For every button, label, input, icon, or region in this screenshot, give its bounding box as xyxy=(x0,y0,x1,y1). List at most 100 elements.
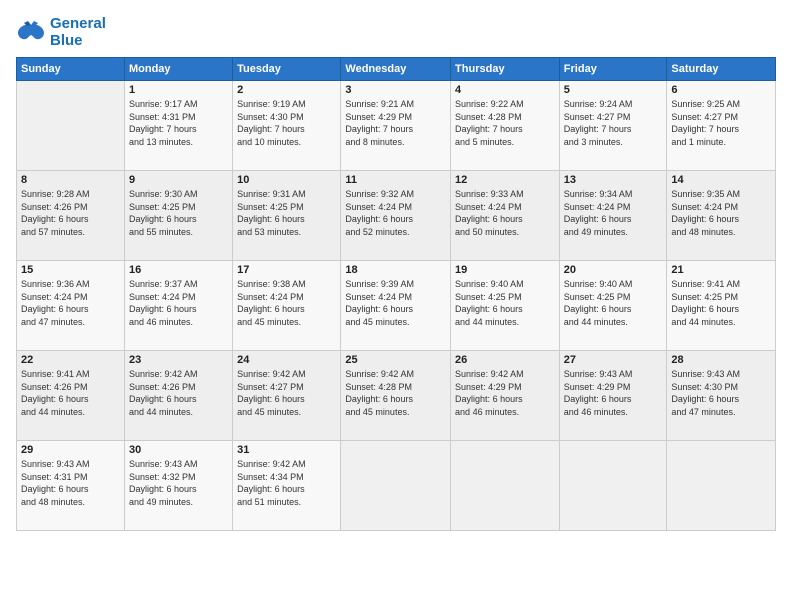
day-number: 23 xyxy=(129,354,228,366)
day-number: 21 xyxy=(671,264,771,276)
day-of-week-header: Monday xyxy=(124,58,232,81)
calendar-day-cell: 13Sunrise: 9:34 AMSunset: 4:24 PMDayligh… xyxy=(559,171,667,261)
day-of-week-header: Friday xyxy=(559,58,667,81)
day-of-week-header: Saturday xyxy=(667,58,776,81)
day-info: Sunrise: 9:42 AMSunset: 4:29 PMDaylight:… xyxy=(455,368,555,418)
calendar-day-cell: 2 Sunrise: 9:19 AMSunset: 4:30 PMDaylight… xyxy=(233,81,341,171)
day-number: 18 xyxy=(345,264,446,276)
day-number: 28 xyxy=(671,354,771,366)
day-number: 2 xyxy=(237,84,336,96)
calendar-day-cell: 21Sunrise: 9:41 AMSunset: 4:25 PMDayligh… xyxy=(667,261,776,351)
calendar-day-cell: 28 Sunrise: 9:43 AMSunset: 4:30 PMDayligh… xyxy=(667,351,776,441)
day-info: Sunrise: 9:43 AMSunset: 4:32 PMDaylight:… xyxy=(129,458,228,508)
calendar-week-row: 15 Sunrise: 9:36 AMSunset: 4:24 PMDayligh… xyxy=(17,261,776,351)
calendar-day-cell: 20Sunrise: 9:40 AMSunset: 4:25 PMDayligh… xyxy=(559,261,667,351)
calendar-header-row: SundayMondayTuesdayWednesdayThursdayFrid… xyxy=(17,58,776,81)
day-info: Sunrise: 9:39 AMSunset: 4:24 PMDaylight:… xyxy=(345,278,446,328)
day-number: 17 xyxy=(237,264,336,276)
day-info: Sunrise: 9:36 AMSunset: 4:24 PMDaylight:… xyxy=(21,278,120,328)
calendar-week-row: 1 Sunrise: 9:17 AMSunset: 4:31 PMDaylight… xyxy=(17,81,776,171)
day-info: Sunrise: 9:40 AMSunset: 4:25 PMDaylight:… xyxy=(455,278,555,328)
day-info: Sunrise: 9:25 AMSunset: 4:27 PMDaylight:… xyxy=(671,98,771,148)
day-info: Sunrise: 9:42 AMSunset: 4:34 PMDaylight:… xyxy=(237,458,336,508)
day-of-week-header: Tuesday xyxy=(233,58,341,81)
day-number: 1 xyxy=(129,84,228,96)
calendar-day-cell: 15 Sunrise: 9:36 AMSunset: 4:24 PMDayligh… xyxy=(17,261,125,351)
day-info: Sunrise: 9:42 AMSunset: 4:27 PMDaylight:… xyxy=(237,368,336,418)
day-number: 9 xyxy=(129,174,228,186)
day-info: Sunrise: 9:43 AMSunset: 4:31 PMDaylight:… xyxy=(21,458,120,508)
calendar-week-row: 29 Sunrise: 9:43 AMSunset: 4:31 PMDayligh… xyxy=(17,441,776,531)
day-number: 14 xyxy=(671,174,771,186)
logo-text: General Blue xyxy=(50,16,106,49)
day-number: 5 xyxy=(564,84,663,96)
calendar-day-cell: 19 Sunrise: 9:40 AMSunset: 4:25 PMDayligh… xyxy=(451,261,560,351)
calendar-day-cell: 29 Sunrise: 9:43 AMSunset: 4:31 PMDayligh… xyxy=(17,441,125,531)
calendar-day-cell xyxy=(341,441,451,531)
calendar-day-cell: 1 Sunrise: 9:17 AMSunset: 4:31 PMDaylight… xyxy=(124,81,232,171)
calendar-day-cell xyxy=(451,441,560,531)
day-number: 10 xyxy=(237,174,336,186)
day-number: 8 xyxy=(21,174,120,186)
day-info: Sunrise: 9:22 AMSunset: 4:28 PMDaylight:… xyxy=(455,98,555,148)
calendar-day-cell: 5 Sunrise: 9:24 AMSunset: 4:27 PMDaylight… xyxy=(559,81,667,171)
day-of-week-header: Wednesday xyxy=(341,58,451,81)
day-info: Sunrise: 9:17 AMSunset: 4:31 PMDaylight:… xyxy=(129,98,228,148)
day-number: 15 xyxy=(21,264,120,276)
day-info: Sunrise: 9:28 AMSunset: 4:26 PMDaylight:… xyxy=(21,188,120,238)
day-info: Sunrise: 9:42 AMSunset: 4:28 PMDaylight:… xyxy=(345,368,446,418)
day-info: Sunrise: 9:24 AMSunset: 4:27 PMDaylight:… xyxy=(564,98,663,148)
day-number: 19 xyxy=(455,264,555,276)
calendar-day-cell: 12Sunrise: 9:33 AMSunset: 4:24 PMDayligh… xyxy=(451,171,560,261)
calendar-day-cell: 14 Sunrise: 9:35 AMSunset: 4:24 PMDayligh… xyxy=(667,171,776,261)
calendar-day-cell: 6 Sunrise: 9:25 AMSunset: 4:27 PMDaylight… xyxy=(667,81,776,171)
calendar-day-cell: 23Sunrise: 9:42 AMSunset: 4:26 PMDayligh… xyxy=(124,351,232,441)
calendar-day-cell: 10 Sunrise: 9:31 AMSunset: 4:25 PMDayligh… xyxy=(233,171,341,261)
day-number: 25 xyxy=(345,354,446,366)
calendar-day-cell: 11Sunrise: 9:32 AMSunset: 4:24 PMDayligh… xyxy=(341,171,451,261)
calendar-day-cell: 8 Sunrise: 9:28 AMSunset: 4:26 PMDaylight… xyxy=(17,171,125,261)
day-info: Sunrise: 9:31 AMSunset: 4:25 PMDaylight:… xyxy=(237,188,336,238)
calendar-day-cell: 3Sunrise: 9:21 AMSunset: 4:29 PMDaylight… xyxy=(341,81,451,171)
day-info: Sunrise: 9:43 AMSunset: 4:30 PMDaylight:… xyxy=(671,368,771,418)
calendar-week-row: 22 Sunrise: 9:41 AMSunset: 4:26 PMDayligh… xyxy=(17,351,776,441)
day-number: 20 xyxy=(564,264,663,276)
calendar-day-cell xyxy=(559,441,667,531)
calendar-day-cell: 16 Sunrise: 9:37 AMSunset: 4:24 PMDayligh… xyxy=(124,261,232,351)
calendar-day-cell: 30 Sunrise: 9:43 AMSunset: 4:32 PMDayligh… xyxy=(124,441,232,531)
day-info: Sunrise: 9:38 AMSunset: 4:24 PMDaylight:… xyxy=(237,278,336,328)
calendar-day-cell: 24 Sunrise: 9:42 AMSunset: 4:27 PMDayligh… xyxy=(233,351,341,441)
calendar-week-row: 8 Sunrise: 9:28 AMSunset: 4:26 PMDaylight… xyxy=(17,171,776,261)
calendar-day-cell: 31 Sunrise: 9:42 AMSunset: 4:34 PMDayligh… xyxy=(233,441,341,531)
calendar-day-cell: 4 Sunrise: 9:22 AMSunset: 4:28 PMDaylight… xyxy=(451,81,560,171)
day-info: Sunrise: 9:41 AMSunset: 4:26 PMDaylight:… xyxy=(21,368,120,418)
day-number: 31 xyxy=(237,444,336,456)
day-number: 30 xyxy=(129,444,228,456)
day-info: Sunrise: 9:21 AMSunset: 4:29 PMDaylight:… xyxy=(345,98,446,148)
calendar-day-cell xyxy=(17,81,125,171)
day-number: 24 xyxy=(237,354,336,366)
day-number: 22 xyxy=(21,354,120,366)
day-number: 27 xyxy=(564,354,663,366)
calendar-day-cell: 27Sunrise: 9:43 AMSunset: 4:29 PMDayligh… xyxy=(559,351,667,441)
day-number: 26 xyxy=(455,354,555,366)
day-info: Sunrise: 9:32 AMSunset: 4:24 PMDaylight:… xyxy=(345,188,446,238)
day-info: Sunrise: 9:19 AMSunset: 4:30 PMDaylight:… xyxy=(237,98,336,148)
day-of-week-header: Thursday xyxy=(451,58,560,81)
day-number: 4 xyxy=(455,84,555,96)
day-info: Sunrise: 9:30 AMSunset: 4:25 PMDaylight:… xyxy=(129,188,228,238)
day-number: 29 xyxy=(21,444,120,456)
day-number: 16 xyxy=(129,264,228,276)
calendar-container: General Blue SundayMondayTuesdayWednesda… xyxy=(0,0,792,612)
day-info: Sunrise: 9:35 AMSunset: 4:24 PMDaylight:… xyxy=(671,188,771,238)
logo: General Blue xyxy=(16,16,106,49)
calendar-day-cell: 22 Sunrise: 9:41 AMSunset: 4:26 PMDayligh… xyxy=(17,351,125,441)
calendar-day-cell: 17 Sunrise: 9:38 AMSunset: 4:24 PMDayligh… xyxy=(233,261,341,351)
page-header: General Blue xyxy=(16,16,776,49)
day-info: Sunrise: 9:37 AMSunset: 4:24 PMDaylight:… xyxy=(129,278,228,328)
day-number: 13 xyxy=(564,174,663,186)
calendar-day-cell: 18 Sunrise: 9:39 AMSunset: 4:24 PMDayligh… xyxy=(341,261,451,351)
day-info: Sunrise: 9:33 AMSunset: 4:24 PMDaylight:… xyxy=(455,188,555,238)
day-number: 6 xyxy=(671,84,771,96)
logo-icon xyxy=(16,21,46,45)
